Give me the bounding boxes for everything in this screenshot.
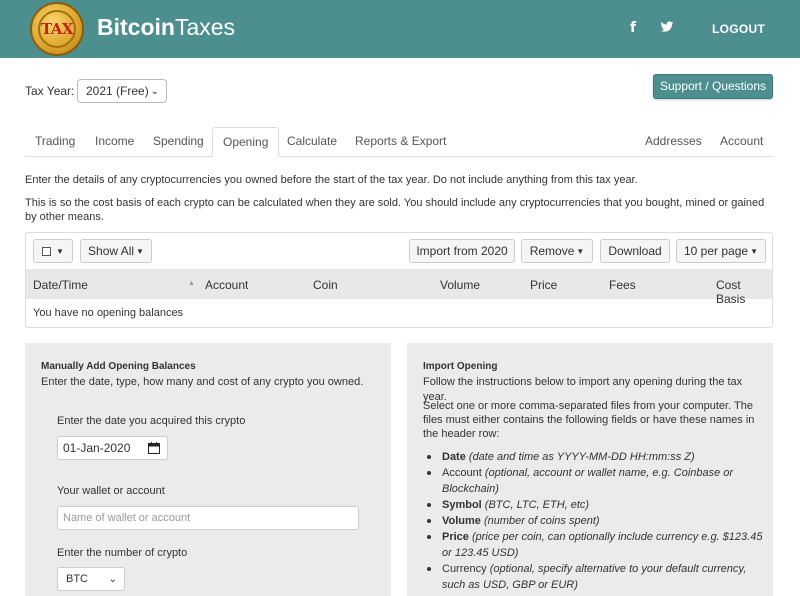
tab-opening[interactable]: Opening	[212, 127, 280, 157]
intro-text-1: Enter the details of any cryptocurrencie…	[25, 174, 638, 186]
logo-coin-icon[interactable]: TAX	[30, 2, 84, 56]
facebook-icon[interactable]: f	[630, 20, 636, 36]
brand-light: Taxes	[174, 14, 236, 40]
import-panel: Import Opening Follow the instructions b…	[407, 343, 773, 596]
col-account[interactable]: Account	[205, 278, 248, 292]
checkbox-icon	[42, 247, 52, 256]
import-files-desc: Select one or more comma-separated files…	[423, 400, 755, 440]
table-header: Date/Time ▲ Account Coin Volume Price Fe…	[26, 269, 772, 306]
field-name: Currency	[442, 563, 487, 575]
col-fees[interactable]: Fees	[609, 278, 636, 292]
date-value: 01-Jan-2020	[63, 441, 131, 455]
tax-year-select[interactable]: 2021 (Free) ⌄	[77, 79, 167, 103]
twitter-icon[interactable]	[660, 20, 674, 34]
brand-name[interactable]: BitcoinTaxes	[97, 14, 235, 41]
main-tabs: Trading Income Spending Opening Calculat…	[25, 127, 773, 157]
col-price[interactable]: Price	[530, 278, 557, 292]
tax-year-value: 2021 (Free)	[86, 84, 149, 98]
import-field-item: Date (date and time as YYYY-MM-DD HH:mm:…	[423, 449, 763, 465]
date-input[interactable]: 01-Jan-2020	[57, 436, 168, 460]
download-button[interactable]: Download	[600, 239, 670, 263]
manual-add-desc: Enter the date, type, how many and cost …	[41, 376, 364, 388]
number-label: Enter the number of crypto	[57, 547, 188, 559]
logo-text: TAX	[40, 20, 74, 38]
date-label: Enter the date you acquired this crypto	[57, 415, 246, 427]
import-title: Import Opening	[423, 361, 498, 372]
tab-reports-export[interactable]: Reports & Export	[345, 127, 456, 157]
field-note: (BTC, LTC, ETH, etc)	[484, 499, 590, 511]
caret-down-icon: ▼	[576, 247, 585, 256]
field-note: (date and time as YYYY-MM-DD HH:mm:ss Z)	[468, 451, 695, 463]
remove-button[interactable]: Remove ▼	[521, 239, 593, 263]
field-name: Account	[442, 467, 482, 479]
field-name: Volume	[442, 515, 481, 527]
import-field-item: Account (optional, account or wallet nam…	[423, 465, 763, 497]
wallet-label: Your wallet or account	[57, 485, 165, 497]
import-prev-year-button[interactable]: Import from 2020	[409, 239, 515, 263]
brand-bold: Bitcoin	[97, 14, 175, 40]
per-page-dropdown[interactable]: 10 per page ▼	[676, 239, 766, 263]
field-note: (price per coin, can optionally include …	[442, 531, 763, 559]
col-cost-basis[interactable]: Cost Basis	[716, 278, 772, 306]
field-name: Date	[442, 451, 466, 463]
tax-year-label: Tax Year:	[25, 84, 75, 98]
show-all-button[interactable]: Show All ▼	[80, 239, 152, 263]
chevron-down-icon: ⌄	[150, 86, 159, 97]
caret-down-icon: ▼	[136, 247, 144, 256]
chevron-down-icon: ⌄	[108, 574, 117, 585]
col-coin[interactable]: Coin	[313, 278, 338, 292]
tab-income[interactable]: Income	[85, 127, 144, 157]
caret-down-icon: ▼	[56, 247, 64, 256]
col-volume[interactable]: Volume	[440, 278, 480, 292]
manual-add-panel: Manually Add Opening Balances Enter the …	[25, 343, 391, 596]
intro-text-2: This is so the cost basis of each crypto…	[25, 197, 765, 223]
coin-value: BTC	[66, 573, 88, 585]
tab-account[interactable]: Account	[710, 127, 773, 157]
caret-down-icon: ▼	[750, 247, 758, 256]
empty-table-message: You have no opening balances	[33, 307, 184, 319]
wallet-input[interactable]: Name of wallet or account	[57, 506, 359, 530]
field-name: Price	[442, 531, 469, 543]
import-field-item: Price (price per coin, can optionally in…	[423, 529, 763, 561]
col-datetime[interactable]: Date/Time	[33, 278, 88, 292]
select-all-dropdown[interactable]: ▼	[33, 239, 73, 263]
tab-trading[interactable]: Trading	[25, 127, 85, 157]
top-navbar: TAX BitcoinTaxes f LOGOUT	[0, 0, 800, 58]
opening-table-panel: ▼ Show All ▼ Import from 2020 Remove ▼ Dow…	[25, 232, 773, 328]
sort-asc-icon[interactable]: ▲	[188, 280, 195, 287]
logout-link[interactable]: LOGOUT	[712, 22, 765, 36]
import-field-item: Currency (optional, specify alternative …	[423, 561, 763, 593]
calendar-icon[interactable]	[148, 442, 160, 454]
import-field-item: Volume (number of coins spent)	[423, 513, 763, 529]
tab-calculate[interactable]: Calculate	[277, 127, 347, 157]
tab-spending[interactable]: Spending	[143, 127, 214, 157]
support-button[interactable]: Support / Questions	[653, 74, 773, 99]
manual-add-title: Manually Add Opening Balances	[41, 361, 196, 372]
import-field-item: Symbol (BTC, LTC, ETH, etc)	[423, 497, 763, 513]
per-page-label: 10 per page	[684, 244, 749, 258]
coin-select[interactable]: BTC ⌄	[57, 567, 125, 591]
show-all-label: Show All	[88, 244, 135, 258]
tab-addresses[interactable]: Addresses	[635, 127, 712, 157]
remove-label: Remove	[529, 244, 575, 258]
field-note: (number of coins spent)	[483, 515, 600, 527]
field-note: (optional, specify alternative to your d…	[442, 563, 747, 591]
field-note: (optional, account or wallet name, e.g. …	[442, 467, 734, 495]
field-name: Symbol	[442, 499, 482, 511]
import-field-list: Date (date and time as YYYY-MM-DD HH:mm:…	[423, 449, 763, 593]
